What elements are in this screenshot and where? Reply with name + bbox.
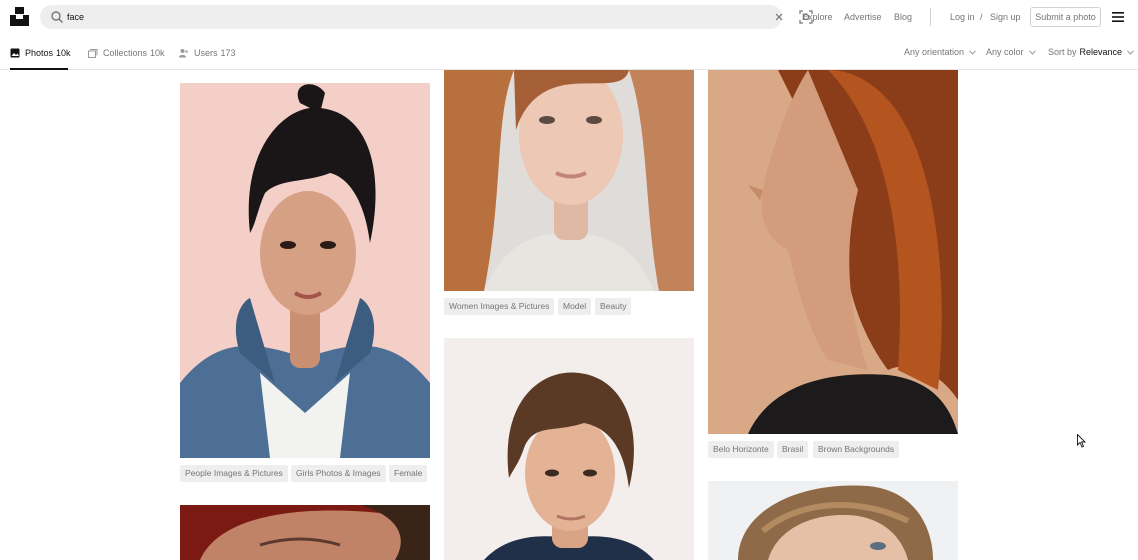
- photo-young-man[interactable]: [444, 338, 694, 560]
- search-tabs-bar: Photos 10k Collections 10k Users 173 Any…: [0, 35, 1138, 70]
- tag-brown-backgrounds[interactable]: Brown Backgrounds: [813, 441, 900, 458]
- tag-belo-horizonte[interactable]: Belo Horizonte: [708, 441, 774, 458]
- tag-girls-photos[interactable]: Girls Photos & Images: [291, 465, 386, 482]
- photo-woman-closeup-eye[interactable]: [180, 505, 430, 560]
- tag-women-images[interactable]: Women Images & Pictures: [444, 298, 555, 315]
- photo-woman-profile-redhead[interactable]: [708, 70, 958, 434]
- photo-woman-denim-jacket[interactable]: [180, 83, 430, 458]
- clear-search-icon[interactable]: [773, 11, 785, 23]
- login-link[interactable]: Log in: [950, 12, 975, 22]
- photo-woman-freckles[interactable]: [444, 70, 694, 291]
- chevron-down-icon: [969, 49, 976, 55]
- photo-icon: [10, 48, 20, 57]
- submit-photo-button[interactable]: Submit a photo: [1030, 7, 1101, 27]
- sort-prefix: Sort by: [1048, 47, 1077, 57]
- chevron-down-icon: [1028, 49, 1036, 55]
- unsplash-logo-icon[interactable]: [10, 7, 29, 26]
- photo-woman-blonde-closeup[interactable]: [708, 481, 958, 560]
- color-filter[interactable]: Any color: [986, 47, 1036, 57]
- active-tab-underline: [10, 68, 68, 70]
- orientation-filter-label: Any orientation: [904, 47, 965, 57]
- search-input[interactable]: [67, 8, 707, 26]
- tab-users-label: Users: [194, 47, 218, 58]
- mouse-cursor-icon: [1077, 434, 1086, 448]
- tag-brasil[interactable]: Brasil: [777, 441, 809, 458]
- tab-users-count: 173: [220, 47, 236, 58]
- header-divider: [930, 8, 931, 26]
- nav-advertise-link[interactable]: Advertise: [844, 12, 882, 22]
- users-icon: [179, 48, 188, 57]
- tag-people-images[interactable]: People Images & Pictures: [180, 465, 288, 482]
- tag-female[interactable]: Female: [389, 465, 428, 482]
- login-signup-separator: /: [980, 12, 983, 22]
- collections-icon: [88, 48, 98, 58]
- nav-blog-link[interactable]: Blog: [894, 12, 912, 22]
- signup-link[interactable]: Sign up: [990, 12, 1021, 22]
- tag-model[interactable]: Model: [558, 298, 592, 315]
- tag-beauty[interactable]: Beauty: [595, 298, 632, 315]
- sort-value: Relevance: [1079, 47, 1123, 57]
- tab-photos[interactable]: Photos 10k: [10, 35, 71, 70]
- tab-collections-label: Collections: [103, 47, 148, 58]
- search-bar: [40, 5, 813, 29]
- color-filter-label: Any color: [986, 47, 1024, 57]
- search-icon[interactable]: [50, 10, 64, 24]
- tab-photos-label: Photos: [25, 47, 54, 58]
- chevron-down-icon: [1127, 49, 1134, 55]
- orientation-filter[interactable]: Any orientation: [904, 47, 976, 57]
- top-header: Explore Advertise Blog Log in / Sign up …: [0, 0, 1138, 35]
- tab-collections[interactable]: Collections 10k: [88, 35, 165, 70]
- nav-explore-link[interactable]: Explore: [802, 12, 833, 22]
- sort-filter[interactable]: Sort by Relevance: [1048, 47, 1134, 57]
- tab-users[interactable]: Users 173: [179, 35, 236, 70]
- hamburger-menu-icon[interactable]: [1112, 12, 1124, 22]
- tab-photos-count: 10k: [56, 47, 71, 58]
- tab-collections-count: 10k: [150, 47, 165, 58]
